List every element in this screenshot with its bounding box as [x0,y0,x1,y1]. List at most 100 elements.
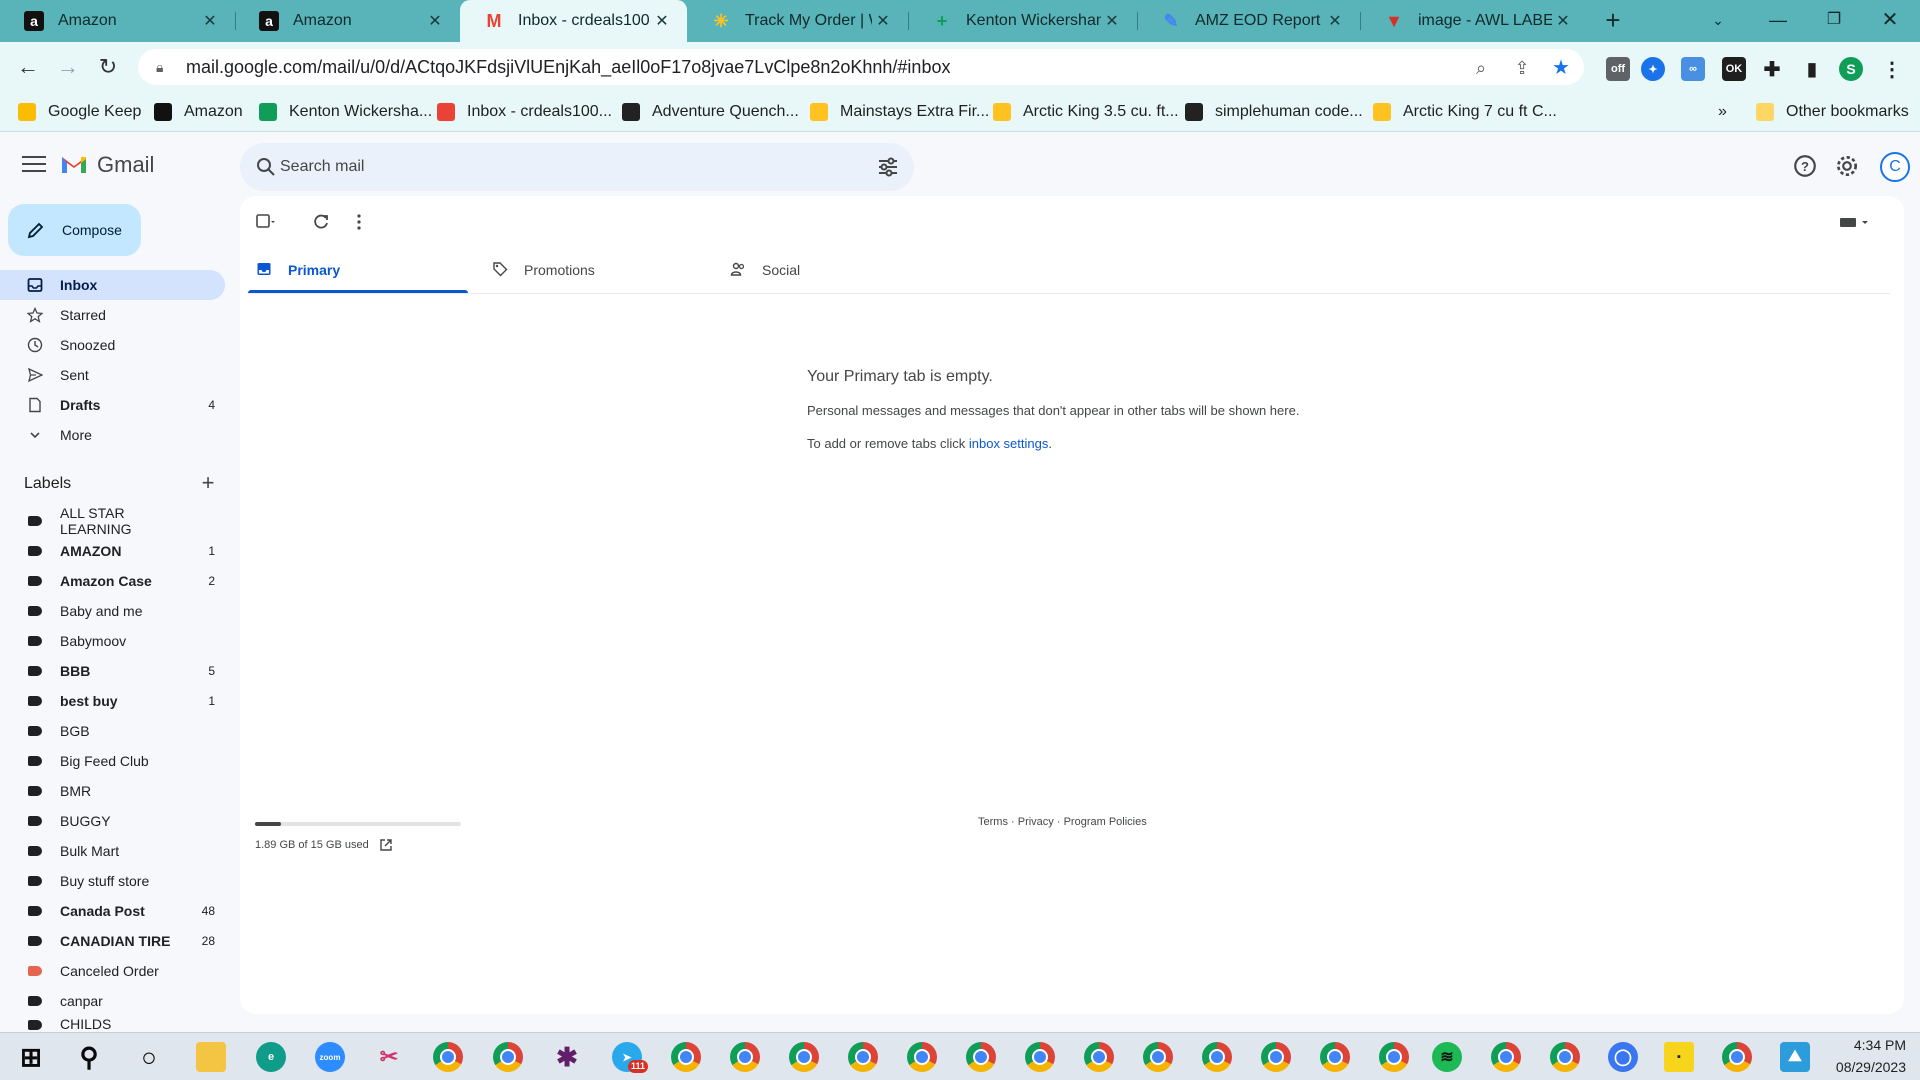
chrome-icon[interactable] [966,1042,996,1072]
select-checkbox[interactable] [253,211,275,233]
bookmark-item[interactable]: Kenton Wickersha... [259,100,432,124]
bookmarks-more-button[interactable]: » [1718,100,1727,124]
close-tab-icon[interactable]: ✕ [1324,11,1346,31]
slack-icon[interactable]: ✱ [552,1042,582,1072]
search-input[interactable] [280,153,840,181]
minimize-button[interactable]: — [1750,0,1806,40]
close-tab-icon[interactable]: ✕ [872,11,894,31]
zoom-icon[interactable]: ⌕ [1470,58,1492,80]
start-button-icon[interactable]: ⊞ [16,1042,46,1072]
bookmark-item[interactable]: Mainstays Extra Fir... [810,100,989,124]
program-policies-link[interactable]: Program Policies [1064,816,1147,828]
privacy-link[interactable]: Privacy [1018,816,1054,828]
extensions-puzzle-icon[interactable]: ✚ [1760,57,1784,81]
close-tab-icon[interactable]: ✕ [1552,11,1574,31]
settings-gear-icon[interactable] [1834,153,1860,179]
browser-tab[interactable]: M Inbox - crdeals100@g✕ [460,0,687,42]
browser-tab[interactable]: a Amazon ✕ [0,0,235,42]
extension-blue-icon[interactable]: ✦ [1641,57,1665,81]
bookmark-item[interactable]: Amazon [154,100,243,124]
chrome-icon[interactable] [433,1042,463,1072]
label-item[interactable]: Bulk Mart [0,836,225,866]
label-item[interactable]: CHILDS [0,1016,225,1030]
terms-link[interactable]: Terms [978,816,1008,828]
chrome-icon[interactable] [1261,1042,1291,1072]
chrome-icon[interactable] [1550,1042,1580,1072]
search-icon[interactable] [254,155,278,179]
side-panel-icon[interactable]: ▮ [1800,57,1824,81]
label-item[interactable]: best buy 1 [0,686,225,716]
photos-icon[interactable]: ⛰ [1780,1042,1810,1072]
label-item[interactable]: BUGGY [0,806,225,836]
close-tab-icon[interactable]: ✕ [651,11,673,31]
label-item[interactable]: BBB 5 [0,656,225,686]
sidebar-item-snoozed[interactable]: Snoozed [0,330,225,360]
file-explorer-icon[interactable] [196,1042,226,1072]
chrome-icon[interactable] [1202,1042,1232,1072]
bookmark-item[interactable]: Adventure Quench... [622,100,799,124]
sidebar-item-inbox[interactable]: Inbox [0,270,225,300]
edge-icon[interactable]: e [256,1042,286,1072]
chrome-icon[interactable] [1379,1042,1409,1072]
add-label-button[interactable]: + [198,472,218,494]
inbox-settings-link[interactable]: inbox settings [969,436,1049,451]
chrome-icon[interactable] [1491,1042,1521,1072]
bookmark-item[interactable]: simplehuman code... [1185,100,1363,124]
tab-primary[interactable]: Primary [256,246,340,294]
label-item[interactable]: canpar [0,986,225,1016]
search-bar[interactable] [240,143,914,191]
reload-button[interactable]: ↻ [94,54,122,82]
other-bookmarks[interactable]: Other bookmarks [1756,100,1909,124]
signal-icon[interactable]: ◯ [1608,1042,1638,1072]
chrome-icon[interactable] [1025,1042,1055,1072]
extension-link-icon[interactable]: ∞ [1681,57,1705,81]
search-options-icon[interactable] [876,155,900,179]
sidebar-item-more[interactable]: More [0,420,225,450]
label-item[interactable]: CANADIAN TIRE 28 [0,926,225,956]
extension-off-icon[interactable]: off [1606,57,1630,81]
more-options-icon[interactable] [348,211,370,233]
close-window-button[interactable]: ✕ [1862,0,1918,40]
chrome-icon[interactable] [789,1042,819,1072]
chrome-icon[interactable] [848,1042,878,1072]
tab-social[interactable]: Social [730,246,800,294]
label-item[interactable]: Amazon Case 2 [0,566,225,596]
chrome-icon[interactable] [493,1042,523,1072]
chrome-icon[interactable] [1084,1042,1114,1072]
chrome-icon[interactable] [730,1042,760,1072]
label-item[interactable]: Canceled Order [0,956,225,986]
label-item[interactable]: Buy stuff store [0,866,225,896]
browser-tab[interactable]: + Kenton Wickersham L✕ [908,0,1137,42]
bookmark-item[interactable]: Arctic King 7 cu ft C... [1373,100,1557,124]
label-item[interactable]: BMR [0,776,225,806]
label-item[interactable]: ALL STAR LEARNING [0,505,225,537]
label-item[interactable]: BGB [0,716,225,746]
bookmark-item[interactable]: Google Keep [18,100,141,124]
compose-button[interactable]: Compose [8,204,141,256]
browser-tab[interactable]: ✳ Track My Order | Walm✕ [687,0,908,42]
browser-tab[interactable]: a Amazon ✕ [235,0,460,42]
label-item[interactable]: Canada Post 48 [0,896,225,926]
new-tab-button[interactable]: + [1598,6,1628,36]
zoom-icon[interactable]: zoom [315,1042,345,1072]
share-icon[interactable]: ⇪ [1511,58,1533,80]
tab-search-icon[interactable]: ⌄ [1690,0,1746,40]
sidebar-item-starred[interactable]: Starred [0,300,225,330]
extension-ok-icon[interactable]: OK [1722,57,1746,81]
back-button[interactable]: ← [14,54,42,82]
refresh-icon[interactable] [310,211,332,233]
forward-button[interactable]: → [54,54,82,82]
browser-tab[interactable]: ✎ AMZ EOD Report ✕ [1137,0,1360,42]
browser-tab[interactable]: ▼ image - AWL LABEL ✕ [1360,0,1588,42]
bookmark-item[interactable]: Arctic King 3.5 cu. ft... [993,100,1179,124]
browser-menu-icon[interactable]: ⋮ [1880,57,1904,81]
close-tab-icon[interactable]: ✕ [199,11,221,31]
close-tab-icon[interactable]: ✕ [1101,11,1123,31]
input-tools-icon[interactable] [1838,211,1870,233]
main-menu-icon[interactable] [22,156,46,174]
sidebar-item-drafts[interactable]: Drafts 4 [0,390,225,420]
profile-avatar[interactable]: S [1839,57,1863,81]
chrome-icon[interactable] [1320,1042,1350,1072]
chrome-icon[interactable] [671,1042,701,1072]
close-tab-icon[interactable]: ✕ [424,11,446,31]
